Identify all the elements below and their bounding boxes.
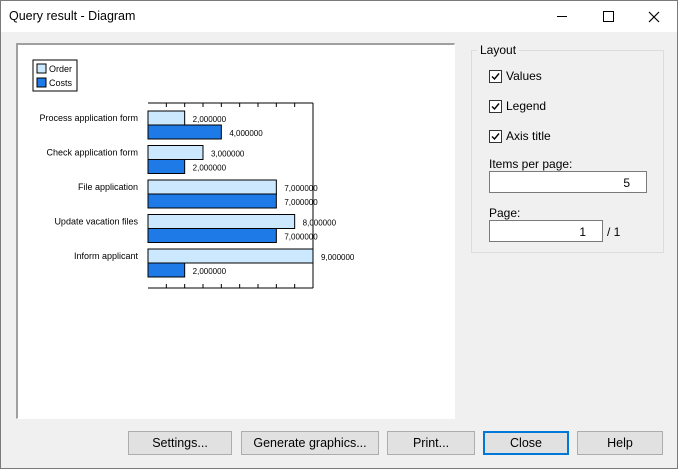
data-label: 2,000000	[193, 267, 227, 276]
data-label: 2,000000	[193, 164, 227, 173]
bar	[147, 124, 222, 140]
bar-chart: Order Costs Process application form 2,0000…	[32, 59, 355, 289]
data-label: 7,000000	[284, 184, 318, 193]
axis-title-checkbox[interactable]: Axis title	[489, 129, 551, 143]
category-label: Check application form	[46, 148, 138, 158]
bar	[147, 262, 186, 278]
bar	[147, 248, 314, 264]
legend-swatch	[36, 77, 47, 88]
category-label: Process application form	[39, 113, 138, 123]
close-button[interactable]: Close	[483, 431, 569, 455]
bar	[147, 214, 296, 229]
category-label: Update vacation files	[54, 217, 138, 227]
items-per-page-label: Items per page:	[489, 157, 573, 171]
legend-swatch	[36, 63, 47, 74]
data-label: 7,000000	[284, 233, 318, 242]
items-per-page-input[interactable]: 5	[489, 171, 647, 193]
legend-label: Costs	[49, 78, 73, 88]
bar	[147, 193, 277, 209]
category-label: File application	[78, 182, 138, 192]
window-title: Query result - Diagram	[9, 9, 136, 23]
minimize-icon[interactable]	[539, 1, 585, 32]
page-label: Page:	[489, 206, 521, 220]
layout-group-title: Layout	[477, 43, 520, 57]
page-input[interactable]: 1	[489, 220, 603, 242]
dialog-window: Query result - Diagram Order Costs Process…	[0, 0, 678, 469]
data-label: 4,000000	[229, 129, 263, 138]
bar	[147, 110, 186, 126]
page-total: / 1	[607, 225, 621, 239]
chart-area: Order Costs Process application form 2,0000…	[16, 43, 455, 419]
data-label: 9,000000	[321, 253, 355, 262]
generate-graphics-button[interactable]: Generate graphics...	[241, 431, 379, 455]
close-icon[interactable]	[631, 1, 677, 32]
help-button[interactable]: Help	[577, 431, 663, 455]
values-check-icon[interactable]	[489, 69, 502, 83]
axis-title-check-icon[interactable]	[489, 129, 502, 143]
legend-check-icon[interactable]	[489, 99, 502, 113]
legend-checkbox[interactable]: Legend	[489, 99, 546, 113]
bar	[147, 179, 277, 195]
category-label: Inform applicant	[74, 251, 139, 261]
axis-title-label: Axis title	[506, 129, 551, 143]
maximize-icon[interactable]	[585, 1, 631, 32]
bar	[147, 228, 277, 243]
print-button[interactable]: Print...	[387, 431, 475, 455]
values-checkbox[interactable]: Values	[489, 69, 542, 83]
data-label: 8,000000	[303, 219, 337, 228]
data-label: 7,000000	[284, 198, 318, 207]
bar	[147, 159, 186, 174]
bar	[147, 145, 204, 160]
data-label: 2,000000	[193, 115, 227, 124]
data-label: 3,000000	[211, 150, 245, 159]
settings-button[interactable]: Settings...	[128, 431, 232, 455]
legend-label: Legend	[506, 99, 547, 113]
values-label: Values	[506, 69, 542, 83]
legend-label: Order	[49, 64, 72, 74]
title-bar: Query result - Diagram	[1, 1, 677, 32]
